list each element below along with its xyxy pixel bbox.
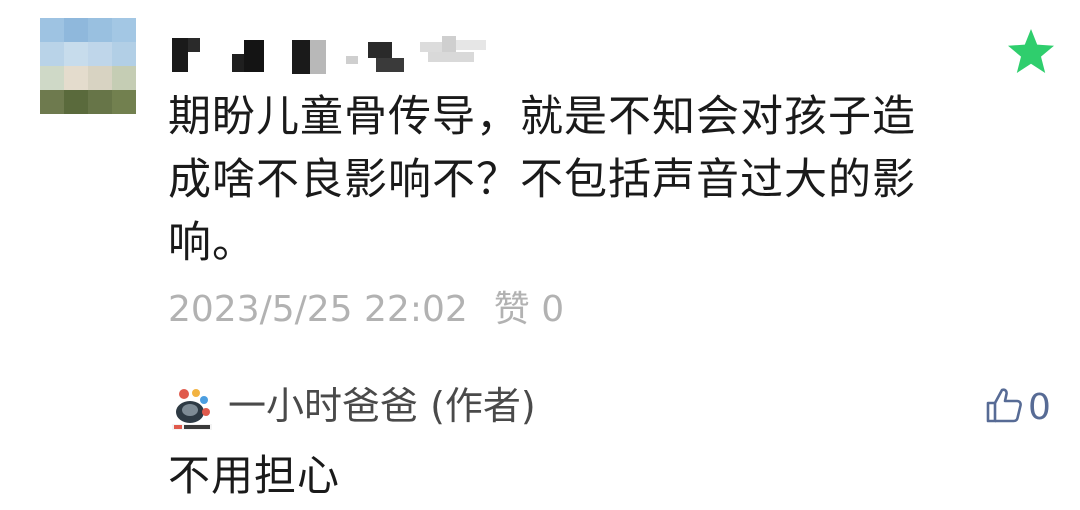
author-avatar[interactable]: [170, 386, 214, 432]
comment-timestamp: 2023/5/25 22:02: [168, 289, 468, 330]
comment-meta: 2023/5/25 22:02 赞 0: [168, 286, 564, 334]
comment-text: 期盼儿童骨传导，就是不知会对孩子造成啥不良影响不？不包括声音过大的影响。: [168, 92, 916, 268]
comment-like-label: 赞: [493, 289, 530, 330]
comment-thread: 期盼儿童骨传导，就是不知会对孩子造成啥不良影响不？不包括声音过大的影响。 202…: [0, 0, 1080, 510]
star-icon[interactable]: [1006, 26, 1056, 76]
comment-like-button[interactable]: 赞 0: [494, 289, 564, 330]
reply-author-name[interactable]: 一小时爸爸 (作者): [228, 380, 536, 432]
reply-text: 不用担心: [168, 451, 341, 500]
comment-like-count: 0: [541, 289, 565, 330]
commenter-avatar[interactable]: [40, 18, 136, 114]
commenter-name-redacted: [170, 36, 510, 76]
thumbs-up-icon: [984, 386, 1024, 430]
reply-like-button[interactable]: 0: [984, 382, 1051, 434]
reply-like-count: 0: [1028, 387, 1051, 428]
